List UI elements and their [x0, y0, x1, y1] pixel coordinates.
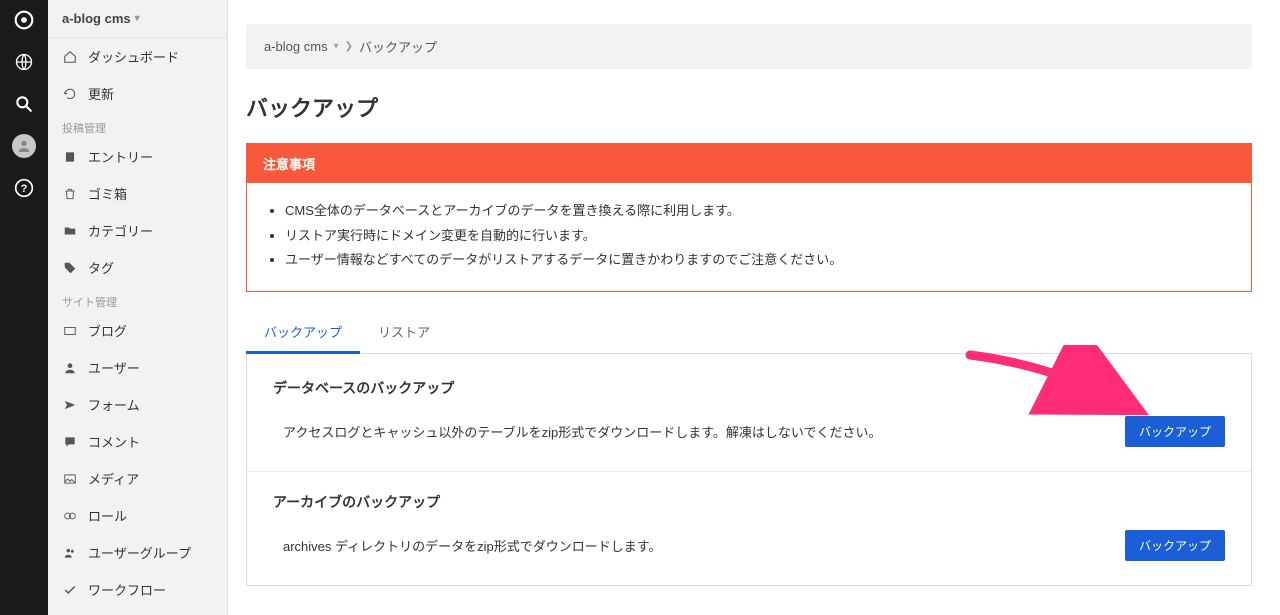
sidebar-item-label: メディア — [88, 469, 139, 488]
sidebar-item-user[interactable]: ユーザー — [48, 349, 227, 386]
blog-icon — [62, 323, 78, 339]
section-title: アーカイブのバックアップ — [273, 492, 1225, 512]
tabs: バックアップ リストア — [246, 312, 1252, 354]
sidebar-item-label: コメント — [88, 432, 140, 451]
sidebar-item-form[interactable]: フォーム — [48, 386, 227, 423]
comment-icon — [62, 434, 78, 450]
sidebar: a-blog cms ▾ ダッシュボード 更新 投稿管理 エントリー ゴミ箱 カ… — [48, 0, 228, 615]
sidebar-section-heading: サイト管理 — [48, 286, 227, 312]
sidebar-item-label: 更新 — [88, 84, 114, 103]
panel: データベースのバックアップ アクセスログとキャッシュ以外のテーブルをzip形式で… — [246, 354, 1252, 586]
logo-icon[interactable] — [12, 8, 36, 32]
sidebar-item-usergroup[interactable]: ユーザーグループ — [48, 534, 227, 571]
sidebar-item-blog[interactable]: ブログ — [48, 312, 227, 349]
sidebar-section-heading: 投稿管理 — [48, 112, 227, 138]
workflow-icon — [62, 582, 78, 598]
sidebar-item-label: ダッシュボード — [88, 47, 179, 66]
section-title: データベースのバックアップ — [273, 378, 1225, 398]
sidebar-item-label: タグ — [88, 258, 114, 277]
sidebar-item-media[interactable]: メディア — [48, 460, 227, 497]
sidebar-item-update[interactable]: 更新 — [48, 75, 227, 112]
alert-item: CMS全体のデータベースとアーカイブのデータを置き換える際に利用します。 — [285, 199, 1233, 224]
chevron-down-icon: ▾ — [334, 41, 339, 52]
sidebar-item-history[interactable]: 承認履歴一覧 — [48, 608, 227, 615]
sidebar-item-label: ユーザー — [88, 358, 140, 377]
sidebar-item-label: ブログ — [88, 321, 127, 340]
usergroup-icon — [62, 545, 78, 561]
search-icon[interactable] — [12, 92, 36, 116]
help-icon[interactable]: ? — [12, 176, 36, 200]
sidebar-item-label: ゴミ箱 — [88, 184, 127, 203]
section-text: アクセスログとキャッシュ以外のテーブルをzip形式でダウンロードします。解凍はし… — [273, 422, 882, 441]
alert-item: ユーザー情報などすべてのデータがリストアするデータに置きかわりますのでご注意くだ… — [285, 248, 1233, 273]
breadcrumb-item[interactable]: a-blog cms — [264, 39, 328, 54]
trash-icon — [62, 186, 78, 202]
breadcrumb: a-blog cms ▾ ❯ バックアップ — [246, 24, 1252, 69]
sidebar-item-label: エントリー — [88, 147, 153, 166]
backup-database-button[interactable]: バックアップ — [1125, 416, 1225, 447]
backup-archive-button[interactable]: バックアップ — [1125, 530, 1225, 561]
tab-restore[interactable]: リストア — [360, 312, 448, 354]
panel-section-archive: アーカイブのバックアップ archives ディレクトリのデータをzip形式でダ… — [247, 471, 1251, 585]
sidebar-item-label: ワークフロー — [88, 580, 166, 599]
chevron-right-icon: ❯ — [345, 41, 353, 52]
media-icon — [62, 471, 78, 487]
page-title: バックアップ — [246, 91, 1252, 123]
sidebar-item-label: ロール — [88, 506, 127, 525]
sidebar-item-workflow[interactable]: ワークフロー — [48, 571, 227, 608]
role-icon — [62, 508, 78, 524]
sidebar-item-role[interactable]: ロール — [48, 497, 227, 534]
sidebar-item-dashboard[interactable]: ダッシュボード — [48, 38, 227, 75]
home-icon — [62, 49, 78, 65]
alert-body: CMS全体のデータベースとアーカイブのデータを置き換える際に利用します。 リスト… — [247, 183, 1251, 291]
avatar-icon[interactable] — [12, 134, 36, 158]
entry-icon — [62, 149, 78, 165]
svg-text:?: ? — [21, 183, 28, 195]
sidebar-item-category[interactable]: カテゴリー — [48, 212, 227, 249]
sidebar-item-tag[interactable]: タグ — [48, 249, 227, 286]
refresh-icon — [62, 86, 78, 102]
section-text: archives ディレクトリのデータをzip形式でダウンロードします。 — [273, 536, 661, 555]
main-content: a-blog cms ▾ ❯ バックアップ バックアップ 注意事項 CMS全体の… — [228, 0, 1280, 610]
sidebar-item-label: フォーム — [88, 395, 140, 414]
alert-header: 注意事項 — [247, 144, 1251, 183]
sidebar-item-label: カテゴリー — [88, 221, 153, 240]
breadcrumb-item: バックアップ — [359, 37, 437, 56]
tab-backup[interactable]: バックアップ — [246, 312, 360, 354]
chevron-down-icon: ▾ — [135, 13, 140, 24]
form-icon — [62, 397, 78, 413]
sidebar-item-trash[interactable]: ゴミ箱 — [48, 175, 227, 212]
globe-icon[interactable] — [12, 50, 36, 74]
sidebar-item-label: ユーザーグループ — [88, 543, 191, 562]
user-icon — [62, 360, 78, 376]
sidebar-item-comment[interactable]: コメント — [48, 423, 227, 460]
alert-item: リストア実行時にドメイン変更を自動的に行います。 — [285, 224, 1233, 249]
sidebar-title-text: a-blog cms — [62, 11, 131, 26]
panel-section-database: データベースのバックアップ アクセスログとキャッシュ以外のテーブルをzip形式で… — [247, 354, 1251, 471]
alert-box: 注意事項 CMS全体のデータベースとアーカイブのデータを置き換える際に利用します… — [246, 143, 1252, 292]
sidebar-title[interactable]: a-blog cms ▾ — [48, 0, 227, 38]
tag-icon — [62, 260, 78, 276]
sidebar-item-entry[interactable]: エントリー — [48, 138, 227, 175]
category-icon — [62, 223, 78, 239]
iconbar: ? — [0, 0, 48, 615]
